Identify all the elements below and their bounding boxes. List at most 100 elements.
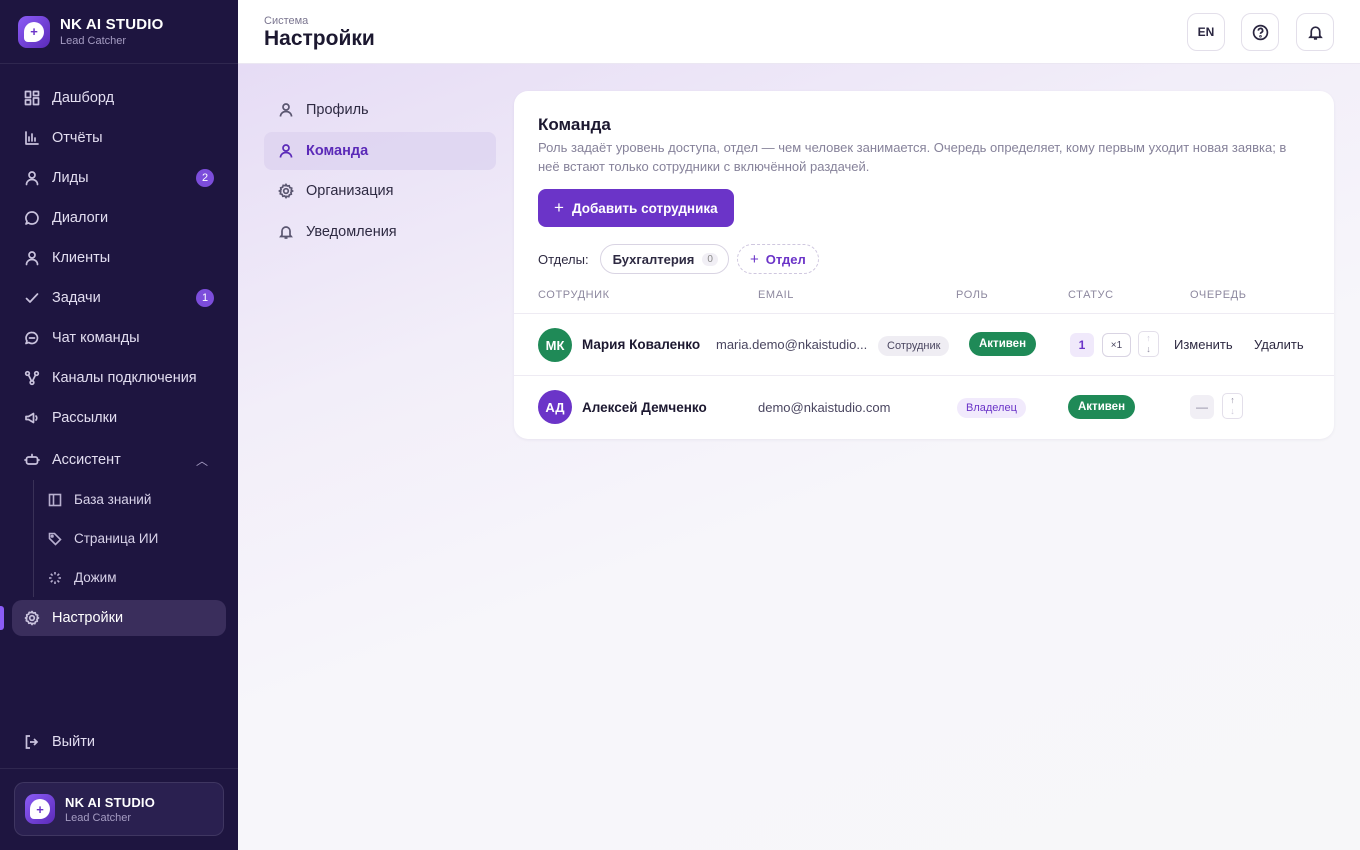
sidebar-item-label: Диалоги bbox=[52, 210, 109, 226]
sidebar-item-reports[interactable]: Отчёты bbox=[0, 118, 238, 158]
table-divider bbox=[514, 375, 1334, 376]
department-count: 0 bbox=[702, 252, 718, 266]
bell-icon bbox=[1307, 25, 1323, 40]
notifications-button[interactable] bbox=[1296, 13, 1334, 51]
sidebar-item-follow-up[interactable]: Дожим bbox=[34, 558, 238, 597]
language-toggle-button[interactable]: EN bbox=[1187, 13, 1225, 51]
sidebar-item-settings[interactable]: Настройки bbox=[0, 600, 226, 636]
queue-position: — bbox=[1190, 395, 1214, 419]
breadcrumb[interactable]: Система bbox=[264, 15, 308, 27]
team-chat-icon bbox=[24, 330, 40, 346]
sidebar-item-label: Дожим bbox=[74, 570, 117, 585]
queue-multiplier-button[interactable]: ×1 bbox=[1102, 333, 1131, 357]
leads-count-badge: 2 bbox=[196, 169, 214, 187]
departments-row: Отделы: Бухгалтерия 0 + Отдел bbox=[538, 244, 819, 274]
bell-icon bbox=[279, 225, 293, 239]
workspace-name: NK AI STUDIO bbox=[65, 794, 156, 810]
sidebar-item-dashboard[interactable]: Дашборд bbox=[0, 78, 238, 118]
arrow-up-icon[interactable]: ↑ bbox=[1146, 333, 1151, 344]
delete-employee-button[interactable]: Удалить bbox=[1254, 337, 1304, 352]
chat-bubble-icon bbox=[24, 210, 40, 226]
channels-icon bbox=[24, 370, 40, 386]
brand-subtitle: Lead Catcher bbox=[60, 35, 127, 47]
gear-icon bbox=[278, 183, 294, 199]
sidebar-item-label: Каналы подключения bbox=[52, 370, 197, 386]
arrow-up-icon[interactable]: ↑ bbox=[1230, 395, 1235, 406]
sidebar-item-leads[interactable]: Лиды 2 bbox=[0, 158, 238, 198]
page-title: Настройки bbox=[264, 27, 375, 50]
edit-employee-button[interactable]: Изменить bbox=[1174, 337, 1233, 352]
sidebar-nav: Дашборд Отчёты Лиды 2 Диалоги Клиенты За… bbox=[0, 78, 238, 636]
sidebar-item-label: Отчёты bbox=[52, 130, 103, 146]
sidebar-item-assistant[interactable]: Ассистент ︿ bbox=[0, 440, 238, 480]
assistant-submenu: База знаний Страница ИИ Дожим bbox=[33, 480, 238, 597]
avatar: АД bbox=[538, 390, 572, 424]
gear-icon bbox=[24, 610, 40, 626]
sidebar-item-label: Задачи bbox=[52, 290, 101, 306]
settings-tab-team[interactable]: Команда bbox=[264, 131, 496, 170]
tasks-count-badge: 1 bbox=[196, 289, 214, 307]
status-badge[interactable]: Активен bbox=[969, 332, 1037, 356]
check-icon bbox=[24, 290, 40, 306]
settings-tab-organization[interactable]: Организация bbox=[264, 172, 496, 210]
workspace-switcher[interactable]: + NK AI STUDIO Lead Catcher bbox=[14, 782, 224, 836]
employee-name: Алексей Демченко bbox=[582, 400, 707, 415]
employee-email: demo@nkaistudio.com bbox=[758, 400, 891, 415]
active-indicator bbox=[0, 606, 4, 630]
sidebar-item-channels[interactable]: Каналы подключения bbox=[0, 358, 238, 398]
settings-tab-profile[interactable]: Профиль bbox=[264, 91, 496, 129]
sidebar-item-ai-page[interactable]: Страница ИИ bbox=[34, 519, 238, 558]
sidebar-item-clients[interactable]: Клиенты bbox=[0, 238, 238, 278]
logout-label: Выйти bbox=[52, 734, 95, 750]
logout-icon bbox=[25, 735, 39, 749]
brand[interactable]: + NK AI STUDIO Lead Catcher bbox=[0, 0, 238, 64]
chevron-up-icon[interactable]: ︿ bbox=[196, 452, 208, 469]
sidebar-item-mailings[interactable]: Рассылки bbox=[0, 398, 238, 438]
table-divider bbox=[514, 313, 1334, 314]
brand-logo-icon: + bbox=[18, 15, 50, 48]
queue-order-control[interactable]: ↑ ↓ bbox=[1222, 393, 1243, 419]
settings-tab-label: Уведомления bbox=[306, 223, 397, 240]
team-card-description: Роль задаёт уровень доступа, отдел — чем… bbox=[538, 140, 1287, 174]
logout-button[interactable]: Выйти bbox=[0, 722, 238, 762]
plus-icon: + bbox=[749, 250, 759, 268]
arrow-down-icon[interactable]: ↓ bbox=[1230, 406, 1235, 417]
sidebar-item-label: Клиенты bbox=[52, 250, 111, 266]
help-icon bbox=[1252, 24, 1268, 40]
robot-icon bbox=[24, 452, 40, 468]
settings-tab-notifications[interactable]: Уведомления bbox=[264, 213, 496, 251]
column-header-role: РОЛЬ bbox=[956, 289, 989, 301]
sidebar-item-label: Дашборд bbox=[52, 90, 115, 106]
team-card-title: Команда bbox=[538, 115, 611, 134]
top-header: Система Настройки EN bbox=[238, 0, 1360, 64]
avatar: МК bbox=[538, 328, 572, 362]
add-employee-button[interactable]: + Добавить сотрудника bbox=[538, 189, 734, 227]
department-name: Бухгалтерия bbox=[612, 251, 695, 267]
queue-order-control[interactable]: ↑ ↓ bbox=[1138, 331, 1159, 357]
sidebar-item-label: Лиды bbox=[52, 170, 89, 186]
sidebar-item-label: Ассистент bbox=[52, 452, 121, 468]
sidebar-item-team-chat[interactable]: Чат команды bbox=[0, 318, 238, 358]
team-card: Команда Роль задаёт уровень доступа, отд… bbox=[514, 91, 1334, 439]
main-content: Профиль Команда Организация Уведомления … bbox=[238, 64, 1360, 850]
workspace-logo-icon: + bbox=[25, 794, 55, 824]
sidebar-item-label: Страница ИИ bbox=[74, 531, 159, 546]
sidebar-item-label: База знаний bbox=[74, 492, 152, 507]
spinner-icon bbox=[49, 571, 61, 584]
role-badge[interactable]: Сотрудник bbox=[878, 336, 950, 356]
role-badge[interactable]: Владелец bbox=[957, 398, 1026, 418]
employee-email: maria.demo@nkaistudio... bbox=[716, 337, 868, 352]
employee-name: Мария Коваленко bbox=[582, 337, 701, 352]
help-button[interactable] bbox=[1241, 13, 1279, 51]
sidebar-item-tasks[interactable]: Задачи 1 bbox=[0, 278, 238, 318]
status-badge[interactable]: Активен bbox=[1068, 395, 1136, 419]
settings-tab-label: Команда bbox=[306, 142, 369, 159]
dashboard-icon bbox=[24, 90, 40, 106]
arrow-down-icon[interactable]: ↓ bbox=[1146, 344, 1151, 355]
add-department-button[interactable]: + Отдел bbox=[736, 244, 819, 274]
queue-position: 1 bbox=[1070, 333, 1094, 357]
department-chip[interactable]: Бухгалтерия 0 bbox=[599, 244, 729, 274]
sidebar-item-dialogs[interactable]: Диалоги bbox=[0, 198, 238, 238]
book-icon bbox=[48, 493, 62, 506]
sidebar-item-knowledge-base[interactable]: База знаний bbox=[34, 480, 238, 519]
